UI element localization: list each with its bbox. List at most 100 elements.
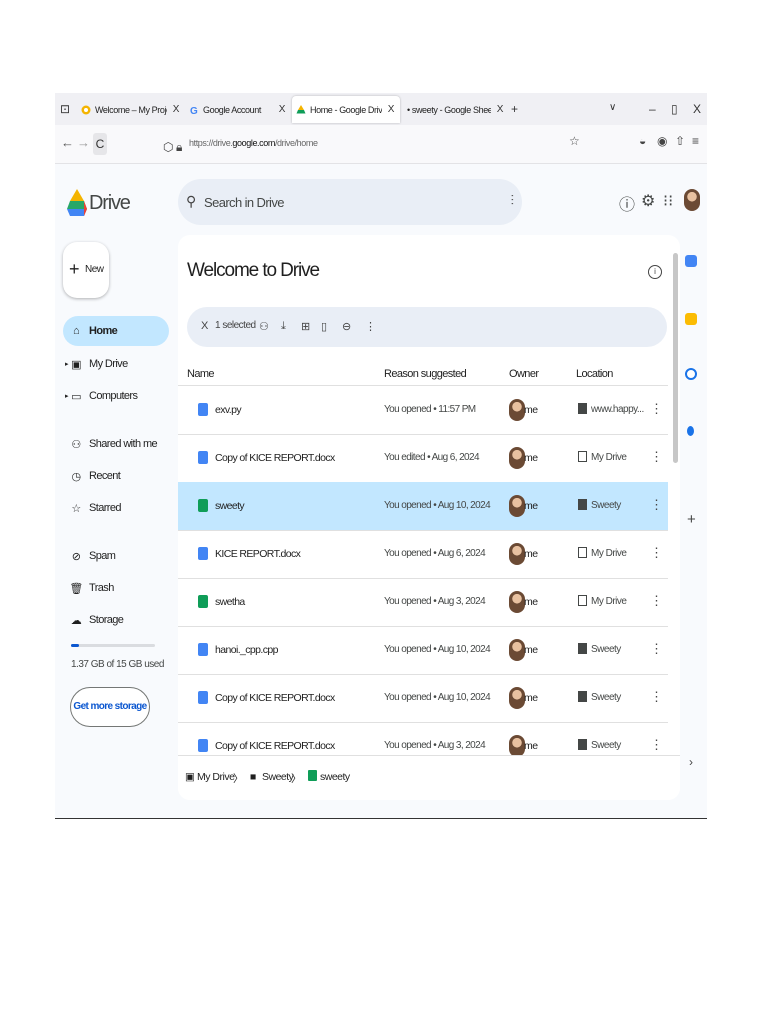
new-button-label: New [85,264,104,275]
sidebar-item-shared[interactable]: ⚇ Shared with me [63,429,169,459]
menu-icon[interactable]: ≡ [692,134,699,148]
filter-options-icon[interactable]: ⫶ [511,192,515,209]
account-icon[interactable]: ◉ [657,134,667,148]
tab-drive-home[interactable]: Home - Google Drive X [292,96,400,123]
reload-button[interactable]: C [93,133,107,155]
file-name[interactable]: KICE REPORT.docx [215,548,301,560]
maximize-button[interactable]: ▯ [671,102,678,116]
forward-button[interactable]: → [77,135,90,150]
sidebar-item-starred[interactable]: ☆ Starred [63,493,169,523]
tasks-icon[interactable] [685,368,697,380]
column-header-name[interactable]: Name [187,368,215,380]
column-header-location: Location [576,368,613,380]
tab-close-icon[interactable]: X [497,104,504,115]
pocket-icon[interactable]: ◒ [639,134,646,148]
browser-window: ⊡ Welcome – My Project 50433 – X G Googl… [55,93,707,819]
file-name[interactable]: swetha [215,596,245,608]
tab-overview-icon[interactable]: ⊡ [60,102,70,116]
file-name[interactable]: Copy of KICE REPORT.docx [215,740,335,752]
more-options-icon[interactable]: ⋮ [650,401,663,417]
sidebar-item-recent[interactable]: ◷ Recent [63,461,169,491]
file-row[interactable]: KICE REPORT.docx You opened • Aug 6, 2024… [178,530,668,579]
new-tab-button[interactable]: + [511,102,518,116]
search-bar[interactable]: ⚲ Search in Drive ⫶ [178,179,522,225]
more-options-icon[interactable]: ⋮ [650,593,663,609]
tab-close-icon[interactable]: X [388,104,395,115]
info-icon[interactable]: i [648,265,662,279]
file-row[interactable]: hanoi._cpp.cpp You opened • Aug 10, 2024 m… [178,626,668,675]
svg-text:G: G [190,106,198,115]
main-content: Welcome to Drive i X 1 selected ⚇ ⤓ ⊞ ▯ … [178,235,680,800]
clock-icon: ◷ [71,470,82,483]
tab-sheets[interactable]: • sweety - Google Sheets X [401,96,509,123]
back-button[interactable]: ← [61,135,74,150]
close-window-button[interactable]: X [693,102,701,116]
drive-logo-text[interactable]: Drive [89,192,131,215]
sidebar-item-trash[interactable]: 🗑︎ Trash [63,573,169,603]
expand-arrow-icon[interactable]: ▸ [65,360,69,368]
breadcrumb-file[interactable]: sweety [320,771,350,783]
plus-icon: + [69,259,80,279]
clear-selection-button[interactable]: X [201,320,208,332]
tab-close-icon[interactable]: X [173,104,180,115]
add-addon-icon[interactable]: + [687,511,696,528]
trash-icon[interactable]: ▯ [321,320,327,333]
sidebar-item-my-drive[interactable]: ▸ ▣ My Drive [63,349,169,379]
help-icon[interactable]: ⓘ [619,191,635,215]
file-row[interactable]: Copy of KICE REPORT.docx You opened • Aug… [178,674,668,723]
file-row[interactable]: sweety You opened • Aug 10, 2024 me Sweety ⋮ [178,482,668,531]
minimize-button[interactable]: – [649,102,656,116]
search-input[interactable]: Search in Drive [204,195,284,210]
get-more-storage-button[interactable]: Get more storage [70,687,150,727]
more-options-icon[interactable]: ⋮ [650,497,663,513]
file-location: Sweety [591,740,621,751]
file-row[interactable]: exv.py You opened • 11:57 PM me www.happy..… [178,386,668,435]
more-options-icon[interactable]: ⋮ [650,545,663,561]
expand-arrow-icon[interactable]: ▸ [65,392,69,400]
sidebar-item-computers[interactable]: ▸ ▭ Computers [63,381,169,411]
file-owner: me [524,596,538,608]
contacts-icon[interactable] [687,426,694,436]
bookmark-star-icon[interactable]: ☆ [569,134,580,148]
move-icon[interactable]: ⊞ [301,320,310,333]
sidebar-item-home[interactable]: ⌂ Home [63,316,169,346]
tab-google-account[interactable]: G Google Account X [185,96,291,123]
extensions-icon[interactable]: ⇧ [675,134,685,148]
file-row[interactable]: swetha You opened • Aug 3, 2024 me My Drive… [178,578,668,627]
sidebar-item-spam[interactable]: ⊘ Spam [63,541,169,571]
more-options-icon[interactable]: ⋮ [650,689,663,705]
keep-icon[interactable] [685,313,697,325]
file-name[interactable]: exv.py [215,404,242,416]
share-icon[interactable]: ⚇ [259,320,269,333]
owner-avatar [509,591,525,613]
breadcrumb-root[interactable]: My Drive [197,771,235,783]
more-options-icon[interactable]: ⋮ [650,737,663,753]
address-bar[interactable]: ⬡ 🔒︎ https://drive.google.com/drive/home [159,131,579,157]
tab-close-icon[interactable]: X [279,104,286,115]
copy-link-icon[interactable]: ⊖ [342,320,351,333]
drive-logo-icon[interactable] [67,189,87,217]
apps-grid-icon[interactable]: ⁝⁝ [663,191,673,211]
more-options-icon[interactable]: ⋮ [650,449,663,465]
file-owner: me [524,404,538,416]
computers-icon: ▭ [71,390,81,403]
sidebar-item-storage[interactable]: ☁︎ Storage [63,605,169,635]
file-name[interactable]: hanoi._cpp.cpp [215,644,278,656]
search-icon[interactable]: ⚲ [186,193,196,210]
more-actions-icon[interactable]: ⋮ [365,320,376,333]
file-name[interactable]: sweety [215,500,245,512]
breadcrumb-folder[interactable]: Sweety [262,771,294,783]
settings-gear-icon[interactable]: ⚙ [641,191,655,211]
file-name[interactable]: Copy of KICE REPORT.docx [215,452,335,464]
tab-list-button[interactable]: ∨ [609,102,616,113]
file-row[interactable]: Copy of KICE REPORT.docx You edited • Aug… [178,434,668,483]
download-icon[interactable]: ⤓ [281,320,286,333]
account-avatar[interactable] [684,189,700,211]
tab-project[interactable]: Welcome – My Project 50433 – X [77,96,185,123]
scrollbar[interactable] [673,253,678,463]
more-options-icon[interactable]: ⋮ [650,641,663,657]
file-name[interactable]: Copy of KICE REPORT.docx [215,692,335,704]
new-button[interactable]: + New [63,242,109,298]
expand-panel-icon[interactable]: › [689,755,693,769]
calendar-icon[interactable] [685,255,697,267]
